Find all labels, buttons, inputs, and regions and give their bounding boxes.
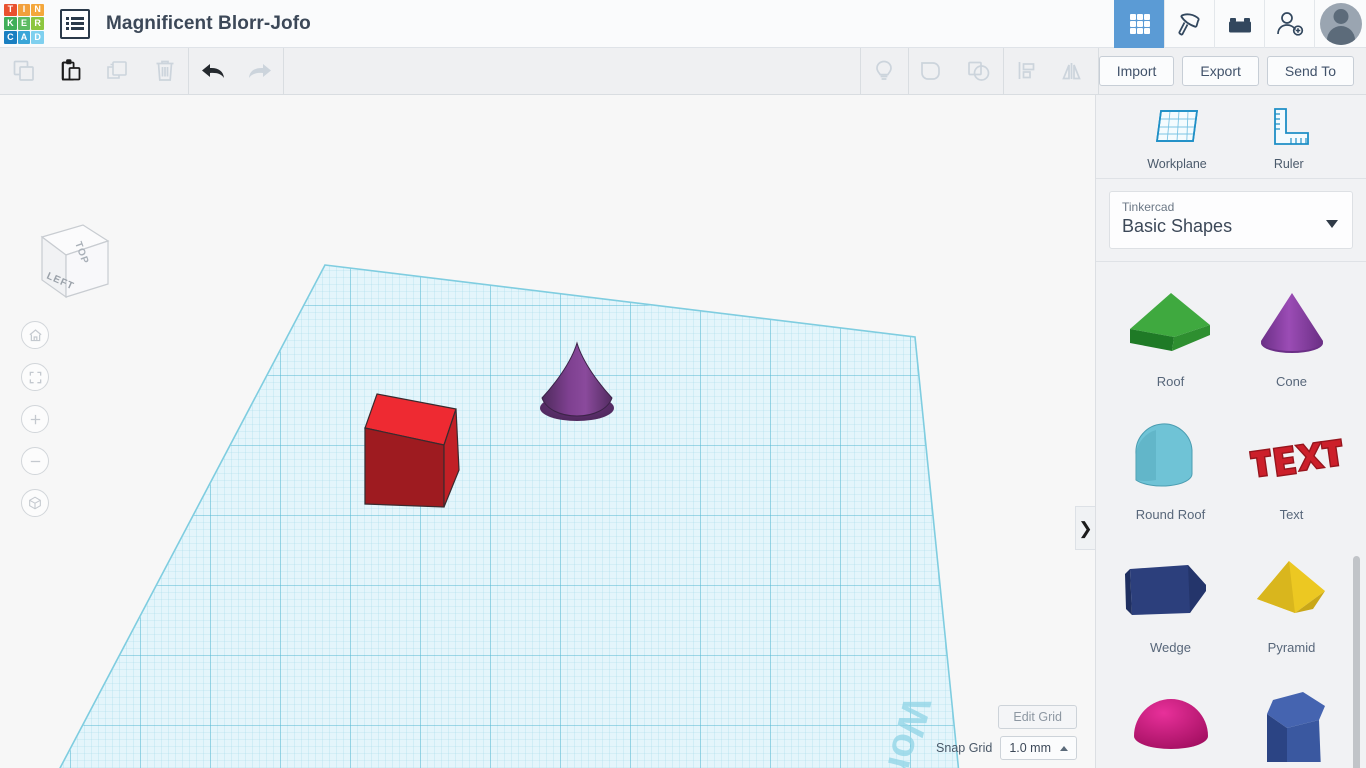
cone-shape-icon: [1233, 278, 1351, 370]
shape-roof[interactable]: Roof: [1110, 278, 1231, 389]
shapes-scrollbar[interactable]: [1353, 556, 1360, 768]
snap-grid-label: Snap Grid: [936, 741, 993, 755]
shape-cone[interactable]: Cone: [1231, 278, 1352, 389]
pickaxe-icon[interactable]: [1164, 0, 1214, 48]
shape-roof-label: Roof: [1156, 374, 1185, 389]
tinkercad-app: TIN KER CAD Magnificent Blorr-Jofo Import …: [0, 0, 1366, 768]
workplane-tool-label: Workplane: [1147, 156, 1207, 171]
view-cube[interactable]: TOP LEFT: [20, 207, 110, 302]
workplane-3d-scene[interactable]: Workplane: [0, 95, 1095, 768]
history-tools: [189, 48, 283, 95]
align-icon[interactable]: [1004, 48, 1051, 95]
design-canvas[interactable]: Workplane: [0, 95, 1095, 768]
chevron-down-icon[interactable]: [1326, 220, 1338, 228]
red-box[interactable]: [364, 393, 460, 508]
group-shapes-icon[interactable]: [909, 48, 956, 95]
shapes-scroll-area[interactable]: Roof Cone Round Roof Text Wedge Pyramid: [1096, 262, 1366, 768]
logo-tile-d: D: [31, 30, 44, 44]
copy-icon[interactable]: [0, 48, 47, 95]
caret-up-icon: [1060, 745, 1068, 751]
shape-pyramid-label: Pyramid: [1267, 640, 1316, 655]
hex-prism-shape-icon: [1233, 677, 1351, 768]
edit-toolbar: Import Export Send To: [0, 47, 1366, 95]
logo-tile-k: K: [4, 17, 17, 30]
view-tools: [861, 48, 908, 95]
align-tools: [1004, 48, 1098, 95]
shapes-grid: Roof Cone Round Roof Text Wedge Pyramid: [1096, 278, 1366, 768]
clipboard-tools: [0, 48, 188, 95]
shape-hex-prism[interactable]: [1231, 677, 1352, 768]
logo-tile-t: T: [4, 3, 17, 17]
brick-blocks-icon[interactable]: [1214, 0, 1264, 48]
shape-wedge-label: Wedge: [1150, 640, 1191, 655]
grid-gallery-icon[interactable]: [1114, 0, 1164, 48]
snap-grid-value: 1.0 mm: [1009, 741, 1051, 755]
round-roof-shape-icon: [1112, 411, 1230, 503]
panel-tools: Workplane Ruler: [1096, 95, 1366, 179]
shape-pyramid[interactable]: Pyramid: [1231, 544, 1352, 655]
shape-text[interactable]: Text: [1231, 411, 1352, 522]
collapse-panel-handle[interactable]: ❯: [1075, 506, 1095, 550]
top-bar-actions: [1114, 0, 1366, 48]
shape-half-sphere[interactable]: [1110, 677, 1231, 768]
half-sphere-shape-icon: [1112, 677, 1230, 768]
shape-library-sub-label: Tinkercad: [1122, 200, 1175, 214]
shape-round-roof-label: Round Roof: [1135, 507, 1206, 522]
home-view-icon[interactable]: [21, 321, 49, 349]
logo-tile-i: I: [17, 3, 31, 17]
delete-trash-icon[interactable]: [141, 48, 188, 95]
fit-to-view-icon[interactable]: [21, 363, 49, 391]
list-menu-icon[interactable]: [60, 8, 90, 39]
roof-shape-icon: [1112, 278, 1230, 370]
workplane-grid-icon: [1156, 109, 1198, 142]
shape-library-value: Basic Shapes: [1122, 216, 1233, 236]
import-button[interactable]: Import: [1098, 56, 1175, 86]
user-avatar[interactable]: [1314, 0, 1366, 48]
export-button[interactable]: Export: [1182, 56, 1259, 86]
pyramid-shape-icon: [1233, 544, 1351, 636]
shapes-panel: Workplane Ruler Tinkercad Basic Shapes R…: [1095, 95, 1366, 768]
group-tools: [909, 48, 1003, 95]
top-bar: TIN KER CAD Magnificent Blorr-Jofo: [0, 0, 1366, 48]
ruler-tool-label: Ruler: [1273, 156, 1304, 171]
shape-library-selector[interactable]: Tinkercad Basic Shapes: [1109, 191, 1353, 249]
ungroup-shapes-icon[interactable]: [956, 48, 1003, 95]
file-actions: Import Export Send To: [1098, 56, 1366, 86]
redo-arrow-icon[interactable]: [236, 48, 283, 95]
undo-arrow-icon[interactable]: [189, 48, 236, 95]
snap-grid-select[interactable]: 1.0 mm: [1000, 736, 1077, 760]
logo-tile-a: A: [17, 30, 31, 44]
view-nav-controls: [21, 321, 49, 517]
perspective-toggle-icon[interactable]: [21, 489, 49, 517]
toolbar-divider-2: [283, 47, 284, 95]
lightbulb-icon[interactable]: [861, 48, 908, 95]
zoom-in-icon[interactable]: [21, 405, 49, 433]
logo-tile-e: E: [17, 17, 31, 30]
logo-tile-c: C: [4, 30, 17, 44]
shape-text-label: Text: [1279, 507, 1304, 522]
logo-tile-r: R: [31, 17, 44, 30]
wedge-shape-icon: [1112, 544, 1230, 636]
grid-controls: Edit Grid Snap Grid 1.0 mm: [936, 705, 1077, 760]
workplane-tool[interactable]: Workplane: [1147, 103, 1207, 171]
shape-wedge[interactable]: Wedge: [1110, 544, 1231, 655]
mirror-icon[interactable]: [1051, 48, 1098, 95]
text-shape-icon: [1233, 411, 1351, 503]
ruler-icon: [1273, 107, 1309, 145]
duplicate-icon[interactable]: [94, 48, 141, 95]
tinkercad-logo[interactable]: TIN KER CAD: [2, 2, 46, 46]
ruler-tool[interactable]: Ruler: [1263, 103, 1315, 171]
zoom-out-icon[interactable]: [21, 447, 49, 475]
logo-tile-n: N: [31, 3, 44, 17]
page-title: Magnificent Blorr-Jofo: [106, 12, 311, 34]
shape-library-selector-wrap: Tinkercad Basic Shapes: [1096, 179, 1366, 261]
add-person-icon[interactable]: [1264, 0, 1314, 48]
paste-icon[interactable]: [47, 48, 94, 95]
shape-cone-label: Cone: [1275, 374, 1308, 389]
shape-round-roof[interactable]: Round Roof: [1110, 411, 1231, 522]
send-to-button[interactable]: Send To: [1266, 56, 1354, 86]
edit-grid-button[interactable]: Edit Grid: [998, 705, 1077, 729]
snap-grid-row: Snap Grid 1.0 mm: [936, 736, 1077, 760]
